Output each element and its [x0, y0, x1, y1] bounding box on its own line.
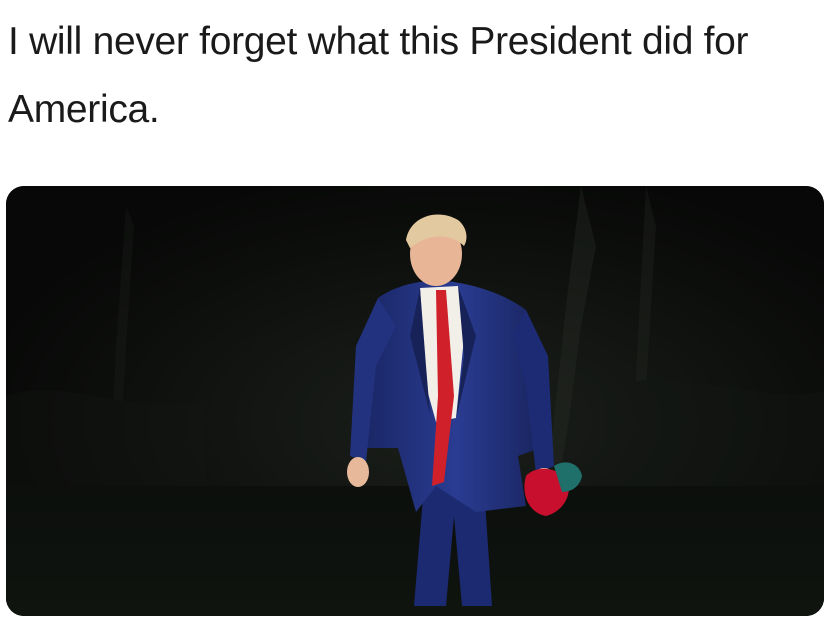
photo — [6, 186, 824, 616]
meme-post: I will never forget what this President … — [0, 0, 828, 628]
caption-text: I will never forget what this President … — [8, 20, 749, 131]
photo-illustration — [6, 186, 824, 616]
